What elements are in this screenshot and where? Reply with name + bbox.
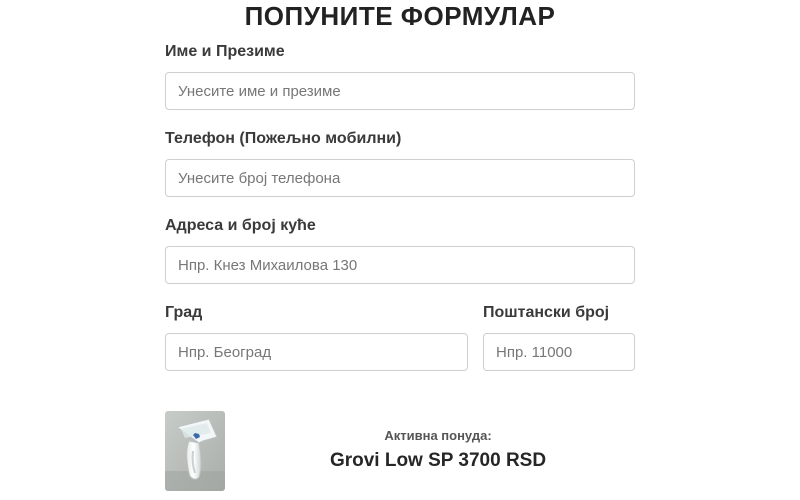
address-label: Адреса и број куће	[165, 217, 316, 234]
name-label: Име и Презиме	[165, 43, 285, 60]
product-image	[165, 411, 225, 491]
postal-label: Поштански број	[483, 304, 610, 321]
city-label: Град	[165, 304, 203, 321]
form-title: ПОПУНИТЕ ФОРМУЛАР	[244, 1, 556, 31]
address-input[interactable]	[165, 246, 635, 284]
name-input[interactable]	[165, 72, 635, 110]
offer-label: Активна понуда:	[384, 428, 492, 443]
phone-input[interactable]	[165, 159, 635, 197]
postal-input[interactable]	[483, 333, 635, 371]
phone-label: Телефон (Пожељно мобилни)	[165, 130, 402, 147]
city-input[interactable]	[165, 333, 468, 371]
offer-product-price: Grovi Low SP 3700 RSD	[329, 450, 547, 471]
